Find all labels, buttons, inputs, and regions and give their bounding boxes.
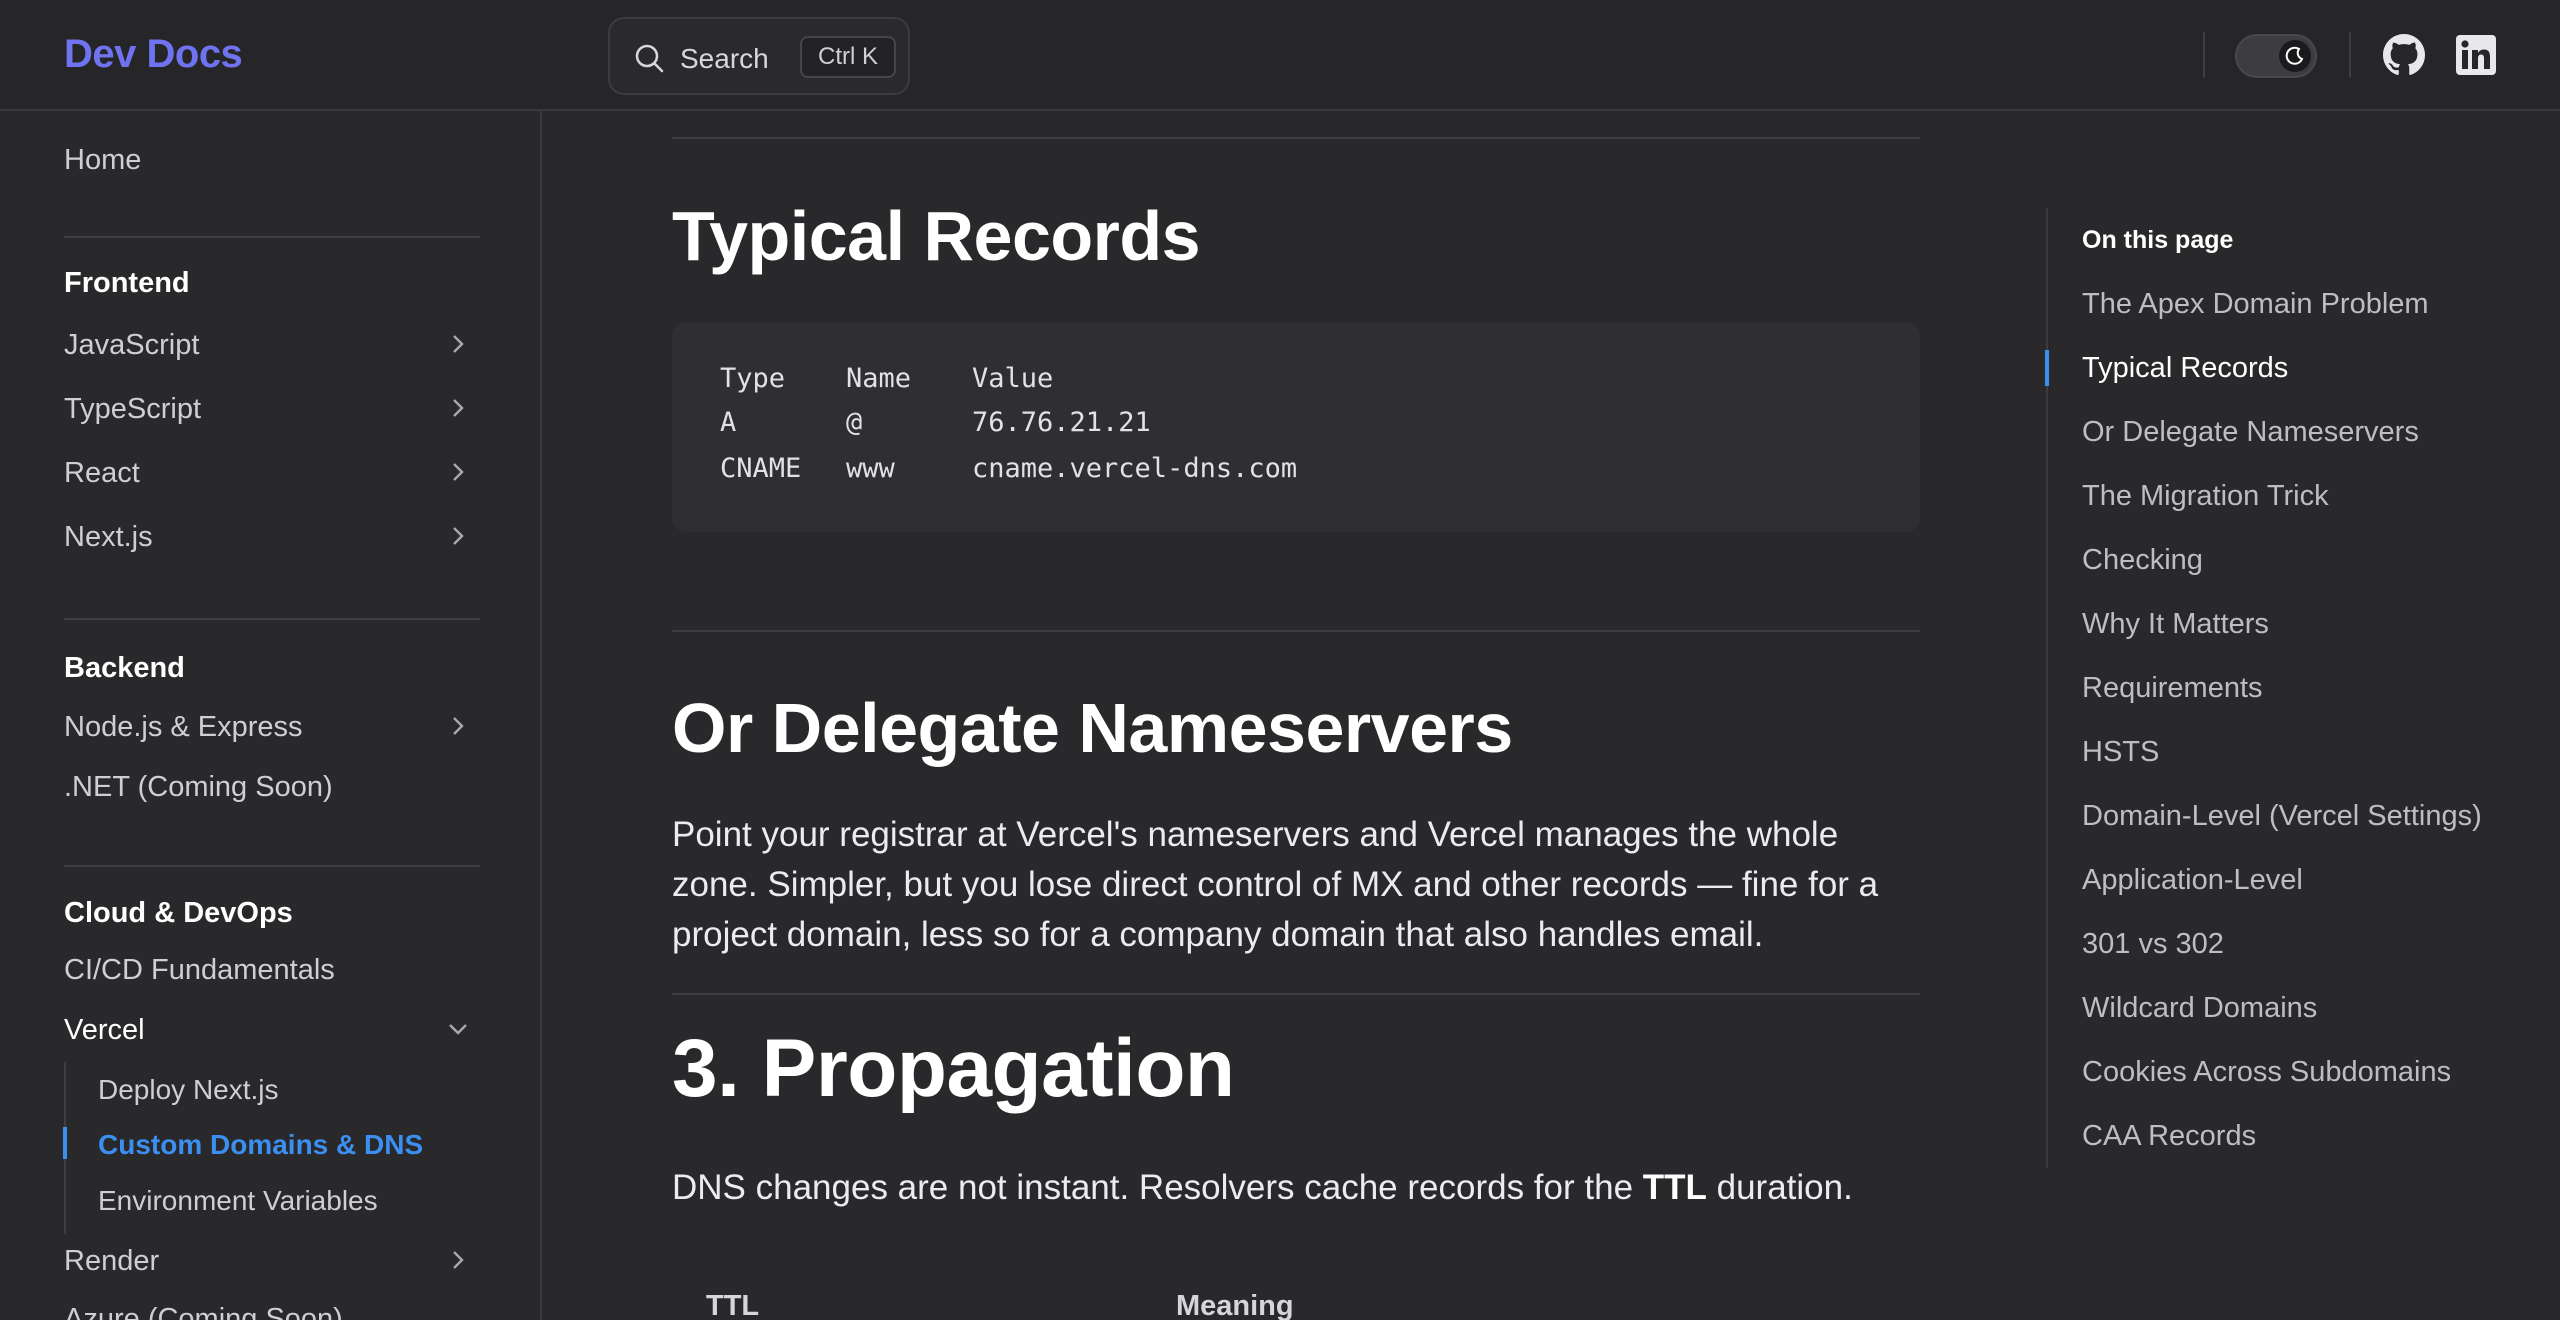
toc-item[interactable]: 301 vs 302 bbox=[2082, 928, 2224, 961]
github-icon[interactable] bbox=[2383, 34, 2425, 76]
sidebar-divider bbox=[64, 618, 480, 620]
toc-item-active[interactable]: Typical Records bbox=[2082, 352, 2288, 385]
heading-typical-records: Typical Records bbox=[672, 197, 1201, 275]
sidebar-item-home[interactable]: Home bbox=[64, 144, 141, 177]
code-cell: www bbox=[846, 453, 895, 484]
sidebar-item-nodejs-express[interactable]: Node.js & Express bbox=[64, 711, 303, 744]
chevron-right-icon[interactable] bbox=[446, 460, 470, 484]
code-block: Type Name Value A @ 76.76.21.21 CNAME ww… bbox=[672, 322, 1920, 532]
code-cell: Type bbox=[720, 363, 786, 394]
sidebar-divider bbox=[64, 236, 480, 238]
sidebar-item-vercel[interactable]: Vercel bbox=[64, 1014, 145, 1047]
search-label: Search bbox=[680, 43, 769, 74]
chevron-down-icon[interactable] bbox=[446, 1017, 470, 1041]
header-divider bbox=[2203, 32, 2205, 78]
heading-propagation: 3. Propagation bbox=[672, 1023, 1235, 1114]
sidebar-item-azure[interactable]: Azure (Coming Soon) bbox=[64, 1303, 343, 1320]
sidebar-item-custom-domains-dns[interactable]: Custom Domains & DNS bbox=[98, 1129, 423, 1161]
toc-item[interactable]: The Migration Trick bbox=[2082, 480, 2329, 513]
toc-item[interactable]: Why It Matters bbox=[2082, 608, 2269, 641]
search-icon bbox=[635, 44, 664, 73]
toc-item[interactable]: HSTS bbox=[2082, 736, 2159, 769]
section-divider bbox=[672, 137, 1920, 139]
sidebar-section-frontend: Frontend bbox=[64, 267, 190, 299]
code-cell: cname.vercel-dns.com bbox=[972, 453, 1298, 484]
propagation-text: duration. bbox=[1706, 1168, 1853, 1207]
chevron-right-icon[interactable] bbox=[446, 332, 470, 356]
toc-item[interactable]: Checking bbox=[2082, 544, 2203, 577]
sidebar-item-react[interactable]: React bbox=[64, 457, 140, 490]
top-header: Dev Docs Search Ctrl K bbox=[0, 0, 2560, 111]
code-cell: 76.76.21.21 bbox=[972, 407, 1151, 438]
table-header-meaning: Meaning bbox=[1176, 1290, 1294, 1320]
code-cell: Name bbox=[846, 363, 912, 394]
toc-item[interactable]: Or Delegate Nameservers bbox=[2082, 416, 2419, 449]
section-divider bbox=[672, 993, 1920, 995]
sidebar-item-nextjs[interactable]: Next.js bbox=[64, 521, 153, 554]
chevron-right-icon[interactable] bbox=[446, 524, 470, 548]
theme-toggle[interactable] bbox=[2235, 34, 2317, 78]
toc-item[interactable]: Wildcard Domains bbox=[2082, 992, 2317, 1025]
toc-item[interactable]: Domain-Level (Vercel Settings) bbox=[2082, 800, 2482, 833]
sidebar-item-environment-variables[interactable]: Environment Variables bbox=[98, 1185, 378, 1217]
ttl-bold: TTL bbox=[1642, 1168, 1707, 1207]
propagation-paragraph: DNS changes are not instant. Resolvers c… bbox=[672, 1163, 1932, 1213]
delegate-paragraph: Point your registrar at Vercel's nameser… bbox=[672, 815, 1879, 954]
toc-item[interactable]: Cookies Across Subdomains bbox=[2082, 1056, 2451, 1089]
chevron-right-icon[interactable] bbox=[446, 1248, 470, 1272]
chevron-right-icon[interactable] bbox=[446, 396, 470, 420]
sidebar-item-dotnet[interactable]: .NET (Coming Soon) bbox=[64, 771, 333, 804]
toc-item[interactable]: Application-Level bbox=[2082, 864, 2303, 897]
sidebar-active-indicator bbox=[63, 1127, 67, 1159]
propagation-text: DNS changes are not instant. Resolvers c… bbox=[672, 1168, 1643, 1207]
moon-icon bbox=[2285, 46, 2304, 65]
search-shortcut: Ctrl K bbox=[800, 36, 896, 78]
toc-title: On this page bbox=[2082, 226, 2234, 254]
toc-active-indicator bbox=[2045, 350, 2049, 386]
toc-item[interactable]: CAA Records bbox=[2082, 1120, 2256, 1153]
sidebar-item-render[interactable]: Render bbox=[64, 1245, 159, 1278]
toc-item[interactable]: Requirements bbox=[2082, 672, 2263, 705]
code-cell: CNAME bbox=[720, 453, 802, 484]
table-header-ttl: TTL bbox=[706, 1290, 760, 1320]
sidebar-nav: Home Frontend JavaScript TypeScript Reac… bbox=[0, 111, 542, 1320]
heading-or-delegate-nameservers: Or Delegate Nameservers bbox=[672, 689, 1513, 767]
sidebar-item-cicd[interactable]: CI/CD Fundamentals bbox=[64, 954, 335, 987]
sidebar-section-cloud-devops: Cloud & DevOps bbox=[64, 897, 293, 929]
sidebar-item-deploy-nextjs[interactable]: Deploy Next.js bbox=[98, 1074, 279, 1106]
code-cell: @ bbox=[846, 407, 863, 438]
header-divider bbox=[2349, 32, 2351, 78]
theme-toggle-knob bbox=[2279, 40, 2311, 72]
code-cell: A bbox=[720, 407, 737, 438]
search-button[interactable]: Search Ctrl K bbox=[608, 17, 910, 95]
sidebar-section-backend: Backend bbox=[64, 652, 185, 684]
sidebar-divider bbox=[64, 865, 480, 867]
section-divider bbox=[672, 630, 1920, 632]
site-logo[interactable]: Dev Docs bbox=[64, 32, 243, 77]
code-cell: Value bbox=[972, 363, 1054, 394]
toc-item[interactable]: The Apex Domain Problem bbox=[2082, 288, 2429, 321]
chevron-right-icon[interactable] bbox=[446, 714, 470, 738]
linkedin-icon[interactable] bbox=[2455, 34, 2497, 76]
sidebar-item-typescript[interactable]: TypeScript bbox=[64, 393, 201, 426]
sidebar-item-javascript[interactable]: JavaScript bbox=[64, 329, 199, 362]
